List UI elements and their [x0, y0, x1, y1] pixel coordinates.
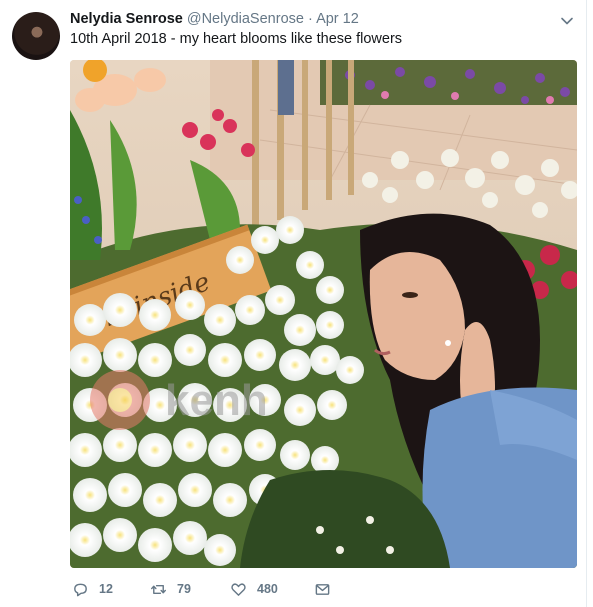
user-handle[interactable]: @NelydiaSenrose: [187, 11, 304, 27]
retweet-button[interactable]: 79: [150, 578, 191, 600]
tweet-header: Nelydia Senrose @NelydiaSenrose · Apr 12: [70, 11, 359, 27]
avatar[interactable]: [12, 12, 60, 60]
direct-message-button[interactable]: [314, 578, 341, 600]
like-button[interactable]: 480: [230, 578, 278, 600]
reply-count: 12: [99, 582, 113, 596]
tweet-date[interactable]: Apr 12: [316, 11, 359, 27]
envelope-icon: [315, 583, 330, 595]
retweet-icon: [150, 584, 167, 594]
watermark-text: kenh: [165, 376, 268, 425]
reply-icon: [74, 583, 87, 596]
tweet-text: 10th April 2018 - my heart blooms like t…: [70, 31, 403, 47]
heart-icon: [231, 582, 246, 596]
separator-dot: ·: [307, 11, 313, 27]
like-count: 480: [257, 582, 278, 596]
reply-button[interactable]: 12: [72, 578, 113, 600]
chevron-down-icon[interactable]: [558, 12, 576, 30]
tweet-photo[interactable]: the inside: [70, 60, 577, 568]
retweet-count: 79: [177, 582, 191, 596]
tweet-actions: 12 79 480: [70, 578, 570, 600]
card-border: [586, 0, 587, 607]
watermark: kenh: [90, 370, 268, 430]
photo-illustration: the inside: [70, 60, 577, 568]
tweet-card[interactable]: Nelydia Senrose @NelydiaSenrose · Apr 12…: [0, 0, 593, 607]
display-name[interactable]: Nelydia Senrose: [70, 11, 183, 27]
